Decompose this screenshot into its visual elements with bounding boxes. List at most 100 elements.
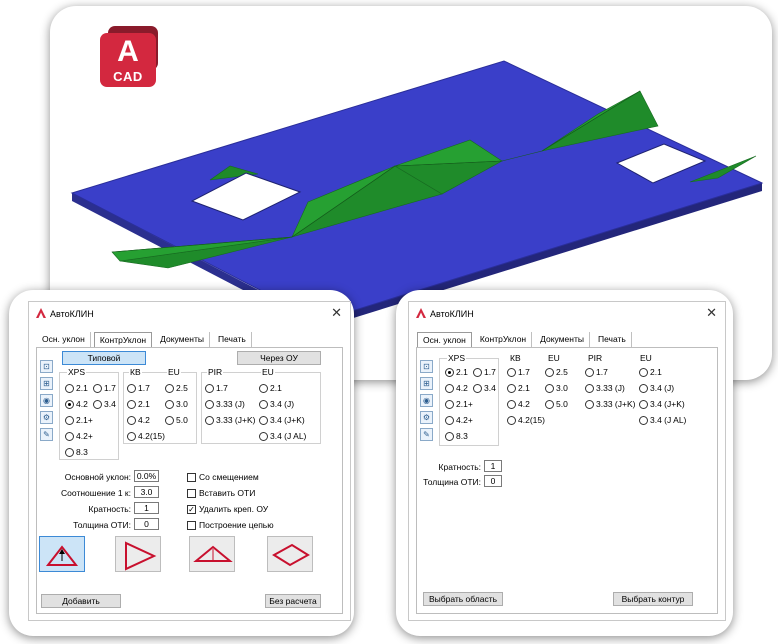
- insert-icon[interactable]: ⊡: [420, 360, 433, 373]
- close-icon[interactable]: ✕: [331, 305, 342, 321]
- layer-icon[interactable]: ⊞: [420, 377, 433, 390]
- window-title: АвтоКЛИН: [430, 309, 474, 319]
- tab-documents[interactable]: Документы: [155, 332, 210, 347]
- eu-2-5-radio[interactable]: 2.5: [545, 367, 568, 377]
- xps-8-3-radio[interactable]: 8.3: [65, 447, 88, 457]
- side-toolbar: ⊡ ⊞ ◉ ⚙ ✎: [40, 360, 54, 445]
- xps-label: XPS: [447, 353, 467, 363]
- tab-main-slope[interactable]: Осн. уклон: [37, 332, 91, 347]
- eu-2-5-radio[interactable]: 2.5: [165, 383, 188, 393]
- pir-eu-2-1-radio[interactable]: 2.1: [639, 367, 662, 377]
- oti-thickness-field[interactable]: 0: [484, 475, 502, 487]
- slope-double-triangle-tool[interactable]: [189, 536, 235, 572]
- close-icon[interactable]: ✕: [706, 305, 717, 321]
- eu-3-0-radio[interactable]: 3.0: [545, 383, 568, 393]
- eu-5-0-radio[interactable]: 5.0: [545, 399, 568, 409]
- pir-eu-3-4-jk-radio[interactable]: 3.4 (J+K): [259, 415, 305, 425]
- triangle-right-icon: [125, 541, 157, 571]
- typical-button[interactable]: Типовой: [62, 351, 146, 365]
- pir-eu-3-4-j-radio[interactable]: 3.4 (J): [259, 399, 294, 409]
- insert-icon[interactable]: ⊡: [40, 360, 53, 373]
- xps-2-1-plus-radio[interactable]: 2.1+: [65, 415, 93, 425]
- ratio-field[interactable]: 3.0: [134, 486, 159, 498]
- eu-5-0-radio[interactable]: 5.0: [165, 415, 188, 425]
- pir-eu-3-4-jk-radio[interactable]: 3.4 (J+K): [639, 399, 685, 409]
- pir-1-7-radio[interactable]: 1.7: [585, 367, 608, 377]
- diamond-icon: [272, 543, 310, 567]
- xps-2-1-radio[interactable]: 2.1: [65, 383, 88, 393]
- xps-4-2-plus-radio[interactable]: 4.2+: [445, 415, 473, 425]
- multiplicity-field[interactable]: 1: [484, 460, 502, 472]
- xps-2-1-plus-radio[interactable]: 2.1+: [445, 399, 473, 409]
- tab-print[interactable]: Печать: [593, 332, 632, 347]
- tab-documents[interactable]: Документы: [535, 332, 590, 347]
- slope-triangle-up-tool[interactable]: [39, 536, 85, 572]
- tab-print[interactable]: Печать: [213, 332, 252, 347]
- delete-fastener-checkbox[interactable]: ✓ Удалить креп. ОУ: [187, 504, 268, 514]
- tab-main-slope[interactable]: Осн. уклон: [417, 332, 472, 347]
- kb-1-7-radio[interactable]: 1.7: [127, 383, 150, 393]
- xps-4-2-radio[interactable]: 4.2: [445, 383, 468, 393]
- slope-diamond-tool[interactable]: [267, 536, 313, 572]
- offset-checkbox[interactable]: Со смещением: [187, 472, 259, 482]
- xps-1-7-radio[interactable]: 1.7: [473, 367, 496, 377]
- xps-1-7-radio[interactable]: 1.7: [93, 383, 116, 393]
- xps-4-2-radio[interactable]: 4.2: [65, 399, 88, 409]
- pir-label: PIR: [587, 353, 604, 363]
- insert-oti-checkbox[interactable]: Вставить ОТИ: [187, 488, 255, 498]
- xps-4-2-plus-radio[interactable]: 4.2+: [65, 431, 93, 441]
- settings-icon[interactable]: ⚙: [420, 411, 433, 424]
- pir-eu-3-4-jal-radio[interactable]: 3.4 (J AL): [259, 431, 306, 441]
- logo-word: CAD: [113, 69, 143, 84]
- autoklin-dialog-main-slope: АвтоКЛИН ✕ Осн. уклон КонтрУклон Докумен…: [408, 301, 726, 621]
- select-area-button[interactable]: Выбрать область: [423, 592, 503, 606]
- multiplicity-field[interactable]: 1: [134, 502, 159, 514]
- chain-build-checkbox[interactable]: Построение цепью: [187, 520, 274, 530]
- slope-triangle-right-tool[interactable]: [115, 536, 161, 572]
- pir-3-33-jk-radio[interactable]: 3.33 (J+K): [585, 399, 635, 409]
- tab-counter-slope[interactable]: КонтрУклон: [93, 332, 153, 347]
- autoklin-dialog-counter-slope: АвтоКЛИН ✕ Осн. уклон КонтрУклон Докумен…: [28, 301, 351, 621]
- side-toolbar: ⊡ ⊞ ◉ ⚙ ✎: [420, 360, 434, 445]
- tab-counter-slope[interactable]: КонтрУклон: [475, 332, 533, 347]
- kb-label: КВ: [509, 353, 522, 363]
- xps-2-1-radio[interactable]: 2.1: [445, 367, 468, 377]
- oti-thickness-label: Толщина ОТИ:: [73, 520, 131, 530]
- layer-icon[interactable]: ⊞: [40, 377, 53, 390]
- no-calculation-button[interactable]: Без расчета: [265, 594, 321, 608]
- through-ou-button[interactable]: Через ОУ: [237, 351, 321, 365]
- pir-eu-3-4-jal-radio[interactable]: 3.4 (J AL): [639, 415, 686, 425]
- kb-2-1-radio[interactable]: 2.1: [507, 383, 530, 393]
- select-contour-button[interactable]: Выбрать контур: [613, 592, 693, 606]
- oti-thickness-label: Толщина ОТИ:: [423, 477, 481, 487]
- eu-3-0-radio[interactable]: 3.0: [165, 399, 188, 409]
- pir-3-33-j-radio[interactable]: 3.33 (J): [585, 383, 625, 393]
- kb-4-2-15-radio[interactable]: 4.2(15): [127, 431, 165, 441]
- pir-1-7-radio[interactable]: 1.7: [205, 383, 228, 393]
- oti-thickness-field[interactable]: 0: [134, 518, 159, 530]
- base-slope-field[interactable]: 0.0%: [134, 470, 159, 482]
- kb-1-7-radio[interactable]: 1.7: [507, 367, 530, 377]
- pir-eu-2-1-radio[interactable]: 2.1: [259, 383, 282, 393]
- settings-icon[interactable]: ⚙: [40, 411, 53, 424]
- xps-8-3-radio[interactable]: 8.3: [445, 431, 468, 441]
- pir-3-33-jk-radio[interactable]: 3.33 (J+K): [205, 415, 255, 425]
- ratio-label: Соотношение 1 к:: [61, 488, 131, 498]
- edit-icon[interactable]: ✎: [40, 428, 53, 441]
- main-slope-panel: ⊡ ⊞ ◉ ⚙ ✎ XPS 2.1 1.7 4.2 3.4 2.1+ 4.2+ …: [416, 347, 718, 614]
- titlebar: АвтоКЛИН ✕: [29, 302, 350, 326]
- xps-3-4-radio[interactable]: 3.4: [473, 383, 496, 393]
- add-button[interactable]: Добавить: [41, 594, 121, 608]
- edit-icon[interactable]: ✎: [420, 428, 433, 441]
- kb-2-1-radio[interactable]: 2.1: [127, 399, 150, 409]
- kb-4-2-15-radio[interactable]: 4.2(15): [507, 415, 545, 425]
- kb-4-2-radio[interactable]: 4.2: [507, 399, 530, 409]
- view-icon[interactable]: ◉: [40, 394, 53, 407]
- logo-letter: A: [117, 35, 139, 68]
- pir-label: PIR: [207, 367, 224, 377]
- pir-3-33-j-radio[interactable]: 3.33 (J): [205, 399, 245, 409]
- xps-3-4-radio[interactable]: 3.4: [93, 399, 116, 409]
- kb-4-2-radio[interactable]: 4.2: [127, 415, 150, 425]
- view-icon[interactable]: ◉: [420, 394, 433, 407]
- pir-eu-3-4-j-radio[interactable]: 3.4 (J): [639, 383, 674, 393]
